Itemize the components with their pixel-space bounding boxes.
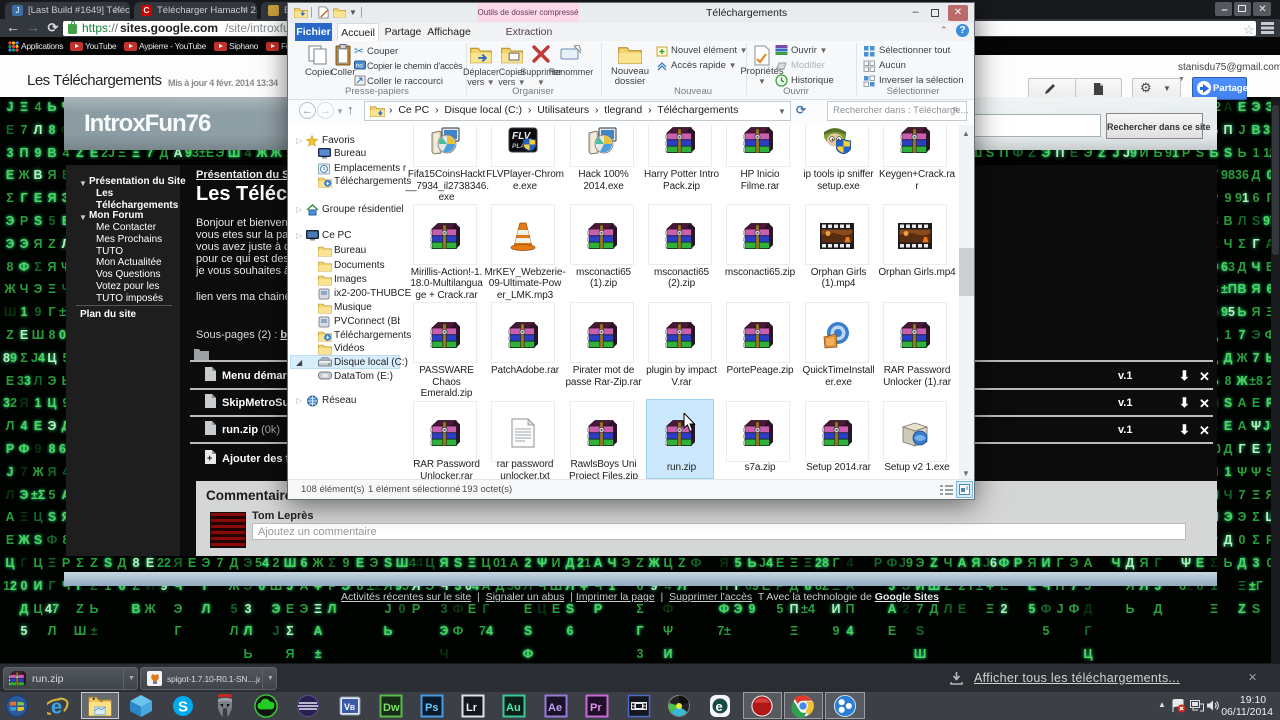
svg-text:e: e (51, 697, 62, 719)
svg-text:e: e (716, 699, 723, 714)
svg-text:Lr: Lr (466, 702, 478, 714)
svg-text:no: no (356, 64, 363, 70)
svg-text:Dw: Dw (383, 702, 400, 714)
svg-text:Pr: Pr (590, 702, 602, 714)
svg-text:Ae: Ae (548, 702, 562, 714)
svg-text:+: + (207, 453, 212, 463)
svg-text:Ps: Ps (425, 702, 438, 714)
svg-text:S: S (178, 699, 188, 716)
svg-text:Au: Au (506, 702, 521, 714)
